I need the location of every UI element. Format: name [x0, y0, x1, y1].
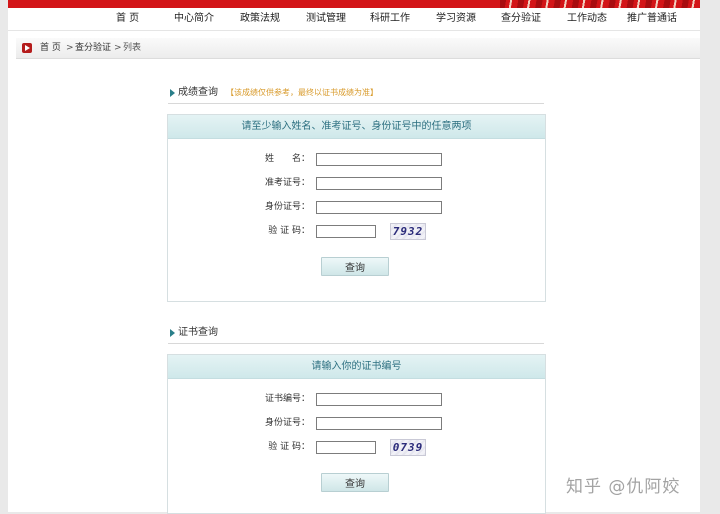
score-query-panel: 请至少输入姓名、准考证号、身份证号中的任意两项 姓 名： 准考证号： 身份证号：…: [167, 114, 546, 302]
cert-query-panel: 请输入你的证书编号 证书编号： 身份证号： 验 证 码： 0739 查询: [167, 354, 546, 514]
nav-item-test-management[interactable]: 测试管理: [306, 12, 346, 26]
page-margin: [700, 0, 720, 512]
page: 首 页 中心简介 政策法规 测试管理 科研工作 学习资源 查分验证 工作动态 推…: [8, 0, 700, 514]
banner-decoration: [500, 0, 700, 8]
id-number-label: 身份证号：: [264, 202, 310, 212]
breadcrumb-current: 列表: [123, 43, 142, 53]
cert-number-label: 证书编号：: [264, 394, 310, 404]
top-banner-strip: [8, 0, 700, 8]
arrow-right-icon: [170, 89, 175, 97]
cert-query-title: 证书查询: [178, 327, 218, 338]
name-label: 姓 名：: [264, 154, 310, 164]
breadcrumb: 首 页 > 查分验证 > 列表: [16, 38, 700, 59]
captcha-image[interactable]: 7932: [390, 223, 426, 240]
nav-item-about[interactable]: 中心简介: [174, 12, 214, 26]
id-number-input[interactable]: [316, 201, 442, 214]
captcha-label: 验 证 码：: [268, 226, 310, 236]
breadcrumb-home[interactable]: 首 页: [40, 42, 61, 54]
nav-item-resources[interactable]: 学习资源: [436, 12, 476, 26]
home-icon: [22, 43, 32, 53]
captcha-input[interactable]: [316, 225, 376, 238]
breadcrumb-separator: >: [114, 43, 122, 53]
exam-number-label: 准考证号：: [264, 178, 310, 188]
cert-id-number-label: 身份证号：: [264, 418, 310, 428]
nav-item-home[interactable]: 首 页: [116, 12, 139, 26]
cert-captcha-label: 验 证 码：: [268, 442, 310, 452]
cert-captcha-image[interactable]: 0739: [390, 439, 426, 456]
nav-item-score-verify[interactable]: 查分验证: [501, 12, 541, 26]
cert-captcha-input[interactable]: [316, 441, 376, 454]
nav-item-policy[interactable]: 政策法规: [240, 12, 280, 26]
arrow-right-icon: [170, 329, 175, 337]
score-query-title: 成绩查询: [178, 87, 218, 98]
nav-item-research[interactable]: 科研工作: [370, 12, 410, 26]
cert-query-panel-title: 请输入你的证书编号: [168, 355, 545, 379]
divider: [168, 343, 544, 344]
watermark: 知乎 @仇阿姣: [566, 477, 681, 497]
cert-query-button[interactable]: 查询: [321, 473, 389, 492]
main-nav: 首 页 中心简介 政策法规 测试管理 科研工作 学习资源 查分验证 工作动态 推…: [8, 8, 700, 31]
cert-number-input[interactable]: [316, 393, 442, 406]
name-input[interactable]: [316, 153, 442, 166]
breadcrumb-separator: >: [66, 43, 74, 53]
breadcrumb-section[interactable]: 查分验证: [75, 42, 111, 54]
score-query-note: 【该成绩仅供参考，最终以证书成绩为准】: [226, 88, 378, 97]
divider: [168, 103, 544, 104]
nav-item-mandarin[interactable]: 推广普通话: [627, 12, 677, 26]
nav-item-news[interactable]: 工作动态: [567, 12, 607, 26]
score-query-button[interactable]: 查询: [321, 257, 389, 276]
cert-id-number-input[interactable]: [316, 417, 442, 430]
score-query-panel-title: 请至少输入姓名、准考证号、身份证号中的任意两项: [168, 115, 545, 139]
exam-number-input[interactable]: [316, 177, 442, 190]
